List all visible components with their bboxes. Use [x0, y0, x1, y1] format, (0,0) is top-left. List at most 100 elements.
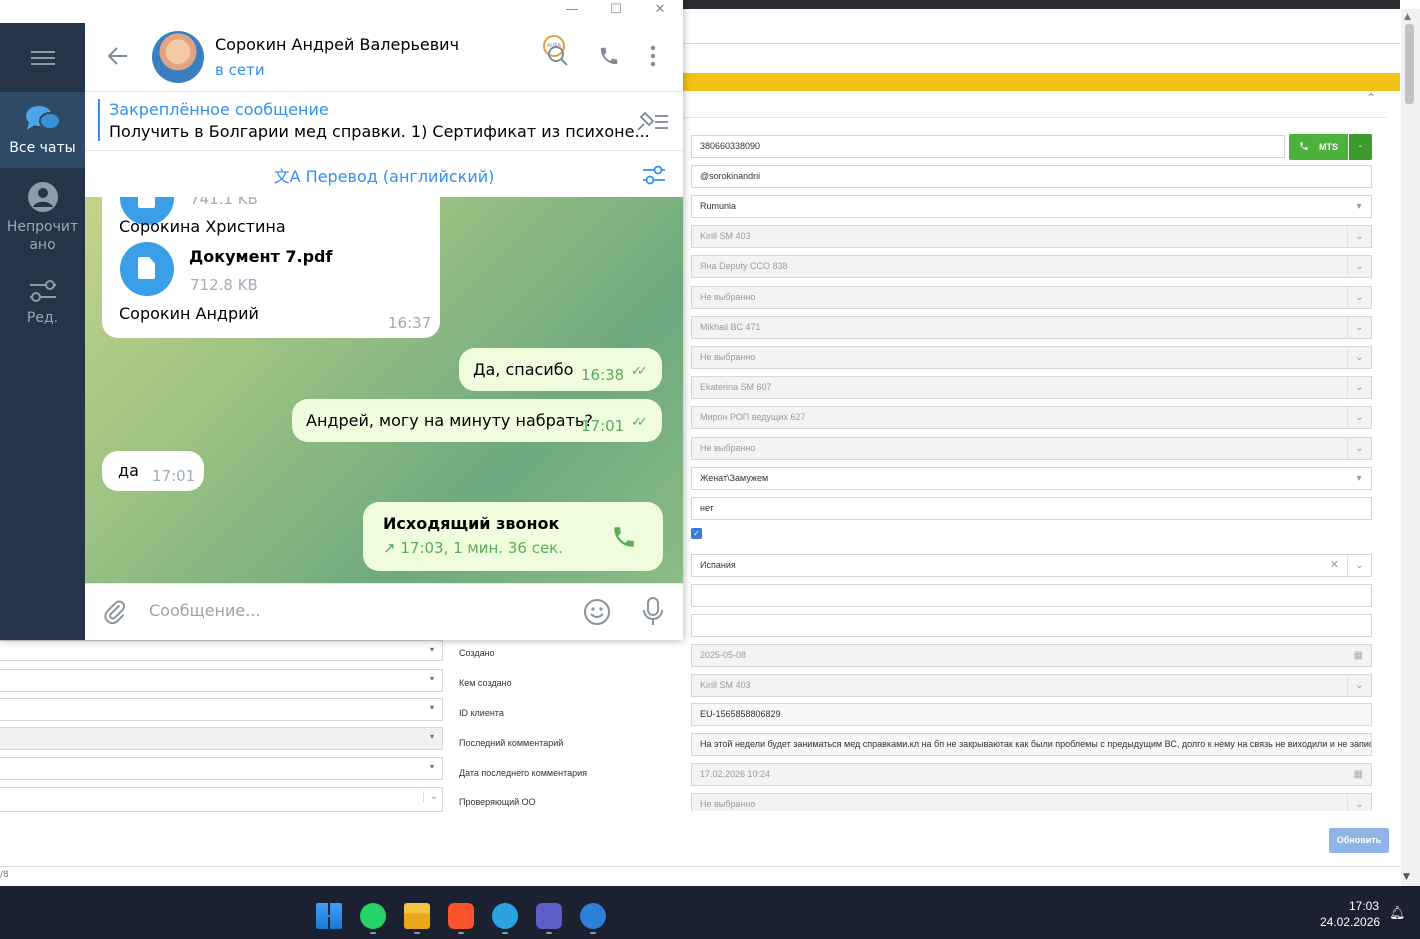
chevron-down-icon[interactable]: ⌄ — [1347, 794, 1371, 811]
country-select[interactable]: Испания ✕ ⌄ — [691, 554, 1372, 577]
chevron-down-icon[interactable]: ⌄ — [1347, 555, 1371, 576]
minimize-icon[interactable]: — — [552, 0, 592, 20]
pinned-list-icon[interactable] — [635, 111, 669, 137]
translate-bar[interactable]: 文A Перевод (английский) — [85, 152, 683, 197]
running-indicator — [590, 932, 596, 934]
translate-settings-icon[interactable] — [642, 164, 666, 190]
outgoing-message[interactable]: Андрей, могу на минуту набрать? 17:01 ✓✓ — [292, 399, 662, 442]
chevron-down-icon: ⌄ — [1347, 407, 1371, 428]
file-explorer-icon[interactable] — [404, 903, 430, 929]
left-select-3[interactable]: ▾ — [0, 698, 443, 721]
incoming-message[interactable]: да 17:01 — [102, 451, 204, 491]
sidebar-item-unread[interactable]: Непрочит ано — [0, 181, 85, 261]
crm-select-field[interactable]: Женат\Замужем ▾ — [691, 467, 1372, 490]
crm-select-field: Не выбранно ⌄ — [691, 286, 1372, 309]
phone-field[interactable]: 380660338090 — [691, 135, 1285, 158]
file-name[interactable]: Документ 7.pdf — [189, 247, 332, 266]
footer-fragment: /8 — [0, 870, 9, 880]
running-indicator — [370, 932, 376, 934]
call-mts-button[interactable]: MTS — [1289, 134, 1348, 160]
field-value: Rumunia — [700, 201, 737, 211]
emoji-icon[interactable] — [583, 598, 611, 630]
message-input[interactable]: Сообщение... — [149, 601, 261, 620]
outgoing-call-message[interactable]: Исходящий звонок ↗ 17:03, 1 мин. 36 сек. — [363, 502, 663, 571]
chevron-down-icon[interactable]: ▾ — [1347, 196, 1371, 217]
sidebar-item-all-chats[interactable]: Все чаты — [0, 92, 85, 168]
scrollbar[interactable] — [1401, 9, 1420, 886]
crm-select-field[interactable]: Rumunia ▾ — [691, 195, 1372, 218]
chevron-down-icon: ⌄ — [1347, 377, 1371, 398]
chat-area[interactable]: 741.1 KB Сорокина Христина Документ 7.pd… — [85, 197, 683, 583]
empty-field-2[interactable] — [691, 614, 1372, 637]
telegram-window: — ☐ ✕ Все чаты Непрочит ано Ред. Сорокин… — [0, 0, 683, 640]
outgoing-message[interactable]: Да, спасибо 16:38 ✓✓ — [459, 348, 662, 391]
field-value: Не выбранно — [700, 352, 756, 362]
checking-oo-label: Проверяющий ОО — [459, 797, 536, 807]
call-icon[interactable] — [598, 45, 620, 71]
running-indicator — [458, 932, 464, 934]
translate-label[interactable]: 文A Перевод (английский) — [85, 163, 683, 187]
call-back-icon[interactable] — [611, 524, 637, 554]
clock-time[interactable]: 17:03 — [1349, 899, 1379, 913]
update-button[interactable]: Обновить — [1329, 828, 1389, 853]
file-icon[interactable] — [120, 242, 174, 296]
chevron-down-icon[interactable]: ▾ — [1347, 468, 1371, 489]
scroll-up-icon[interactable]: ▲ — [1404, 12, 1411, 22]
attach-icon[interactable] — [102, 599, 128, 629]
calendar-icon: ▦ — [1353, 650, 1363, 661]
whatsapp-icon[interactable] — [360, 903, 386, 929]
brave-icon[interactable] — [448, 903, 474, 929]
field-value: Мирон РОП ведущих 627 — [700, 412, 806, 422]
left-select-2[interactable]: ▾ — [0, 669, 443, 692]
sidebar-item-edit[interactable]: Ред. — [0, 278, 85, 338]
last-comment-field[interactable]: На этой недели будет заниматься мед спра… — [691, 733, 1372, 756]
more-options-icon[interactable] — [649, 45, 657, 71]
message-time: 16:37 — [388, 314, 432, 332]
empty-field-1[interactable] — [691, 584, 1372, 607]
notifications-icon[interactable]: 🔔︎ — [1389, 906, 1406, 921]
mts-label: MTS — [1319, 142, 1338, 152]
contact-name[interactable]: Сорокин Андрей Валерьевич — [215, 35, 459, 54]
maximize-icon[interactable]: ☐ — [596, 0, 636, 20]
field-value: Kirill SM 403 — [700, 231, 751, 241]
chevron-down-icon: ⌄ — [1347, 226, 1371, 247]
checking-oo-field[interactable]: Не выбранно ⌄ — [691, 793, 1372, 811]
field-value: Mikhail BC 471 — [700, 322, 761, 332]
panel-divider — [683, 117, 1386, 118]
telegram-username-field[interactable]: @sorokinandrii — [691, 165, 1372, 188]
microphone-icon[interactable] — [642, 597, 664, 631]
created-label: Создано — [459, 648, 495, 658]
crm-select-field[interactable]: нет — [691, 497, 1372, 520]
search-icon[interactable] — [547, 45, 569, 71]
scrollbar-thumb[interactable] — [1405, 24, 1414, 104]
client-id-field[interactable]: EU-1565858806829 — [691, 703, 1372, 726]
left-select-6[interactable]: ⌄ — [0, 787, 443, 812]
crm-select-field: Не выбранно ⌄ — [691, 346, 1372, 369]
phone-app-icon[interactable] — [580, 903, 606, 929]
collapse-icon[interactable]: ⌃ — [1366, 91, 1376, 105]
menu-icon[interactable] — [0, 33, 85, 81]
left-select-5[interactable]: ▾ — [0, 757, 443, 780]
checking-oo-value: Не выбранно — [700, 799, 756, 809]
clock-date[interactable]: 24.02.2026 — [1320, 915, 1380, 929]
avatar[interactable] — [152, 31, 204, 83]
close-icon[interactable]: ✕ — [640, 0, 680, 20]
scroll-down-icon[interactable]: ▼ — [1403, 872, 1410, 882]
online-status: в сети — [215, 61, 265, 79]
telegram-icon[interactable] — [492, 903, 518, 929]
file-sender: Сорокин Андрий — [119, 304, 259, 323]
unread-icon — [0, 181, 85, 218]
teams-icon[interactable] — [536, 903, 562, 929]
documents-message[interactable]: 741.1 KB Сорокина Христина Документ 7.pd… — [102, 197, 440, 338]
clear-icon[interactable]: ✕ — [1330, 555, 1339, 576]
left-select-1[interactable]: ▾ — [0, 640, 443, 661]
chevron-down-icon: ⌄ — [422, 791, 438, 802]
crm-top-strip — [683, 0, 1400, 9]
left-select-4[interactable]: ▾ — [0, 727, 443, 750]
running-indicator — [414, 932, 420, 934]
checkbox[interactable]: ✓ — [691, 528, 702, 539]
back-arrow-icon[interactable] — [107, 45, 129, 71]
mts-dropdown-button[interactable]: - — [1349, 134, 1372, 160]
pinned-message[interactable]: Закреплённое сообщение Получить в Болгар… — [85, 93, 683, 151]
crm-footer-divider — [0, 866, 1401, 867]
